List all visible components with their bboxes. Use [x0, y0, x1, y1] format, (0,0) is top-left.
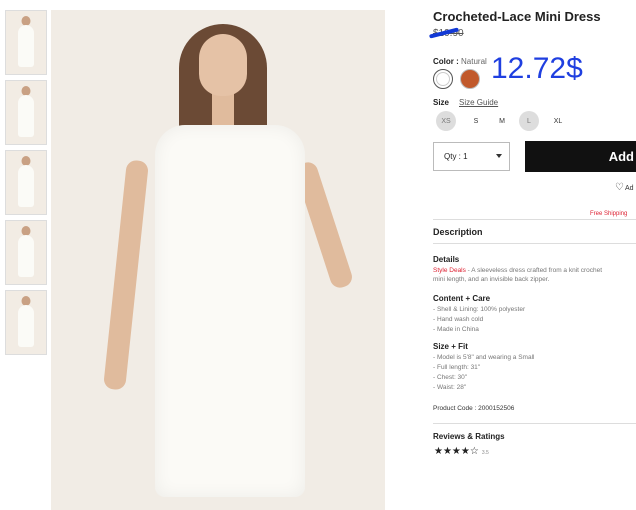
thumbnail-list [5, 10, 47, 360]
size-label: Size [433, 98, 450, 107]
size-guide-link[interactable]: Size Guide [459, 98, 498, 107]
thumbnail-image[interactable] [5, 220, 47, 285]
reviews-heading: Reviews & Ratings [433, 432, 505, 441]
thumbnail-image[interactable] [5, 10, 47, 75]
wishlist-label: Ad [624, 185, 634, 192]
model-left-arm [103, 159, 149, 391]
free-shipping-link[interactable]: Free Shipping [590, 211, 627, 217]
model-face [199, 34, 247, 96]
star-icons: ★★★★☆ [434, 446, 479, 457]
size-fit-title: Size + Fit [433, 342, 468, 351]
star-rating[interactable]: ★★★★☆ 3.5 [434, 446, 489, 457]
heart-icon: ♡ [615, 182, 624, 193]
thumb-model-dress [18, 165, 34, 207]
thumb-model-dress [18, 25, 34, 67]
swatch-natural[interactable] [433, 69, 453, 89]
fit-line: - Waist: 28" [433, 384, 467, 391]
chevron-down-icon [496, 154, 502, 158]
fit-line: - Model is 5'8" and wearing a Small [433, 354, 535, 361]
size-option-l[interactable]: L [519, 111, 539, 131]
product-code: Product Code : 2000152506 [433, 405, 515, 412]
thumb-model-dress [18, 95, 34, 137]
content-line: - Shell & Lining: 100% polyester [433, 306, 526, 313]
quantity-select[interactable]: Qty : 1 [433, 142, 510, 171]
add-button-label: Add [608, 149, 634, 164]
thumbnail-image[interactable] [5, 80, 47, 145]
details-title: Details [433, 255, 460, 264]
divider [433, 243, 636, 244]
details-text: Style Deals - A sleeveless dress crafted… [433, 266, 602, 275]
size-option-m[interactable]: M [492, 111, 512, 131]
swatch-rust[interactable] [460, 69, 480, 89]
wishlist-link[interactable]: ♡Ad [615, 182, 634, 193]
rating-value: 3.5 [481, 450, 489, 456]
divider [433, 219, 636, 220]
fit-line: - Chest: 30" [433, 374, 468, 381]
model-dress [155, 125, 305, 497]
content-care-title: Content + Care [433, 294, 491, 303]
thumbnail-image[interactable] [5, 150, 47, 215]
fit-line: - Full length: 31" [433, 364, 481, 371]
style-deals-label: Style Deals [433, 267, 466, 274]
description-heading: Description [433, 227, 483, 237]
color-label: Color : Natural [433, 57, 487, 66]
divider [433, 423, 636, 424]
product-title: Crocheted-Lace Mini Dress [433, 9, 601, 24]
details-line-1: - A sleeveless dress crafted from a knit… [465, 267, 603, 274]
content-line: - Made in China [433, 326, 479, 333]
details-line-2: mini length, and an invisible back zippe… [433, 276, 550, 283]
size-option-xl[interactable]: XL [548, 111, 568, 131]
thumb-model-dress [18, 305, 34, 347]
new-price-annotation: 12.72$ [491, 52, 583, 85]
size-option-s[interactable]: S [466, 111, 486, 131]
main-product-image[interactable] [51, 10, 385, 510]
content-line: - Hand wash cold [433, 316, 484, 323]
size-option-xs[interactable]: XS [436, 111, 456, 131]
thumb-model-dress [18, 235, 34, 277]
color-label-text: Color : [433, 57, 459, 66]
quantity-value: Qty : 1 [444, 152, 468, 161]
thumbnail-image[interactable] [5, 290, 47, 355]
add-to-bag-button[interactable]: Add [525, 141, 636, 172]
color-value: Natural [461, 57, 487, 66]
